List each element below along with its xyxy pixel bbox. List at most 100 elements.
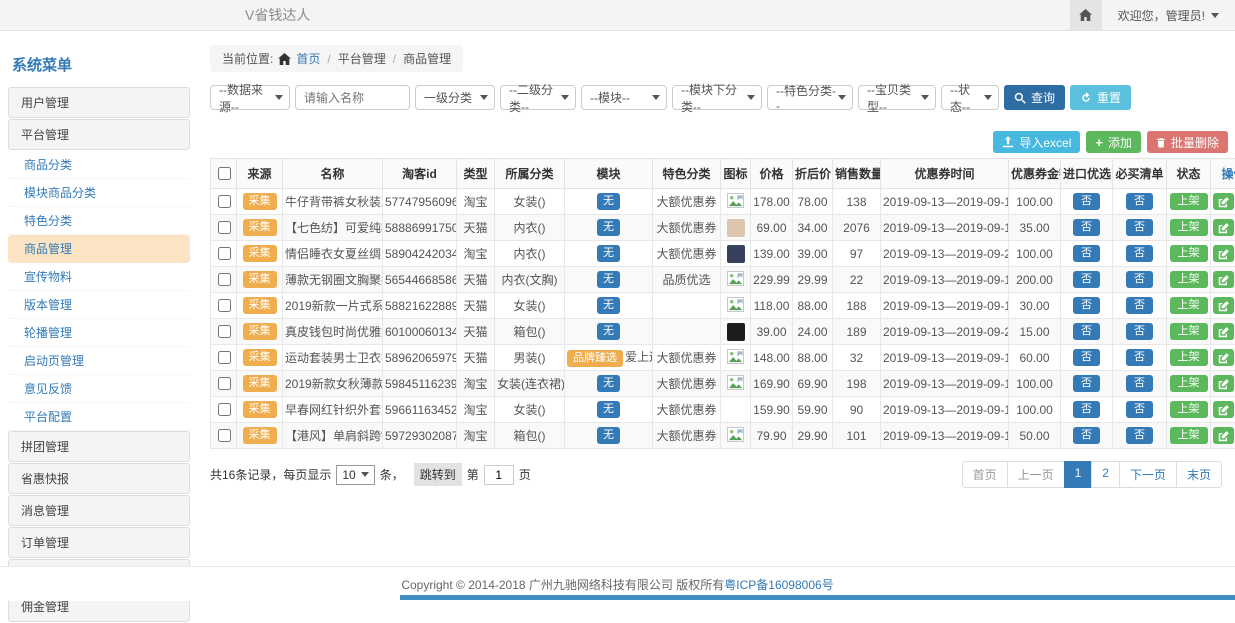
chevron-down-icon xyxy=(984,95,992,100)
sidebar-item[interactable]: 特色分类 xyxy=(8,207,190,235)
must-buy-toggle[interactable]: 否 xyxy=(1126,193,1153,210)
row-checkbox[interactable] xyxy=(218,221,231,234)
page-button[interactable]: 1 xyxy=(1064,461,1093,488)
home-button[interactable] xyxy=(1070,0,1102,30)
name-search-input[interactable] xyxy=(295,85,410,110)
status-badge[interactable]: 上架 xyxy=(1170,349,1208,366)
sidebar-item[interactable]: 用户管理 xyxy=(8,87,190,118)
import-select-toggle[interactable]: 否 xyxy=(1073,245,1100,262)
row-checkbox[interactable] xyxy=(218,377,231,390)
edit-button[interactable] xyxy=(1213,349,1234,366)
sidebar-item[interactable]: 省惠快报 xyxy=(8,463,190,494)
edit-button[interactable] xyxy=(1213,297,1234,314)
sidebar-item[interactable]: 宣传物料 xyxy=(8,263,190,291)
must-buy-toggle[interactable]: 否 xyxy=(1126,271,1153,288)
must-buy-toggle[interactable]: 否 xyxy=(1126,427,1153,444)
page-button[interactable]: 首页 xyxy=(962,461,1008,488)
edit-button[interactable] xyxy=(1213,219,1234,236)
icp-link[interactable]: 粤ICP备16098006号 xyxy=(724,576,833,593)
add-button[interactable]: 添加 xyxy=(1086,131,1141,153)
sidebar-item[interactable]: 商品分类 xyxy=(8,151,190,179)
edit-button[interactable] xyxy=(1213,375,1234,392)
filter-select[interactable]: --模块下分类-- xyxy=(672,85,762,110)
import-select-toggle[interactable]: 否 xyxy=(1073,193,1100,210)
import-select-toggle[interactable]: 否 xyxy=(1073,271,1100,288)
import-select-toggle[interactable]: 否 xyxy=(1073,427,1100,444)
status-badge[interactable]: 上架 xyxy=(1170,245,1208,262)
import-select-toggle[interactable]: 否 xyxy=(1073,349,1100,366)
page-button[interactable]: 上一页 xyxy=(1007,461,1065,488)
per-page-select[interactable]: 10 xyxy=(336,465,374,485)
sidebar-item[interactable]: 模块商品分类 xyxy=(8,179,190,207)
filter-select[interactable]: --数据来源-- xyxy=(210,85,290,110)
filter-select[interactable]: --模块-- xyxy=(581,85,667,110)
row-checkbox[interactable] xyxy=(218,325,231,338)
must-buy-toggle[interactable]: 否 xyxy=(1126,323,1153,340)
edit-button[interactable] xyxy=(1213,271,1234,288)
batch-delete-button[interactable]: 批量删除 xyxy=(1147,131,1228,153)
import-excel-button[interactable]: 导入excel xyxy=(993,131,1080,153)
sidebar-item[interactable]: 订单管理 xyxy=(8,527,190,558)
feature-category: 大额优惠券 xyxy=(653,215,721,241)
row-checkbox[interactable] xyxy=(218,273,231,286)
row-checkbox[interactable] xyxy=(218,195,231,208)
import-select-toggle[interactable]: 否 xyxy=(1073,323,1100,340)
chevron-down-icon xyxy=(838,95,846,100)
must-buy-toggle[interactable]: 否 xyxy=(1126,375,1153,392)
sidebar-item[interactable]: 轮播管理 xyxy=(8,319,190,347)
edit-button[interactable] xyxy=(1213,245,1234,262)
status-badge[interactable]: 上架 xyxy=(1170,271,1208,288)
status-badge[interactable]: 上架 xyxy=(1170,375,1208,392)
status-badge[interactable]: 上架 xyxy=(1170,323,1208,340)
filter-select[interactable]: --特色分类-- xyxy=(767,85,853,110)
sidebar-item[interactable]: 意见反馈 xyxy=(8,375,190,403)
must-buy-toggle[interactable]: 否 xyxy=(1126,245,1153,262)
row-checkbox[interactable] xyxy=(218,429,231,442)
row-checkbox[interactable] xyxy=(218,351,231,364)
sidebar-item[interactable]: 版本管理 xyxy=(8,291,190,319)
sidebar-item[interactable]: 拼团管理 xyxy=(8,431,190,462)
query-button[interactable]: 查询 xyxy=(1004,85,1065,110)
import-select-toggle[interactable]: 否 xyxy=(1073,375,1100,392)
status-badge[interactable]: 上架 xyxy=(1170,193,1208,210)
status-badge[interactable]: 上架 xyxy=(1170,219,1208,236)
row-checkbox[interactable] xyxy=(218,403,231,416)
select-all-checkbox[interactable] xyxy=(218,167,231,180)
must-buy-toggle[interactable]: 否 xyxy=(1126,401,1153,418)
page-suffix: 页 xyxy=(519,466,531,483)
row-checkbox[interactable] xyxy=(218,299,231,312)
page-button[interactable]: 末页 xyxy=(1176,461,1222,488)
must-buy-toggle[interactable]: 否 xyxy=(1126,297,1153,314)
taoke-id: 596611634525 xyxy=(383,397,457,423)
sidebar-item[interactable]: 平台管理 xyxy=(8,119,190,150)
page-button[interactable]: 下一页 xyxy=(1119,461,1177,488)
import-select-toggle[interactable]: 否 xyxy=(1073,297,1100,314)
sidebar-item[interactable]: 启动页管理 xyxy=(8,347,190,375)
user-menu[interactable]: 欢迎您，管理员! xyxy=(1102,0,1235,30)
status-badge[interactable]: 上架 xyxy=(1170,297,1208,314)
filter-select[interactable]: --二级分类-- xyxy=(500,85,576,110)
sidebar-item[interactable]: 商品管理 xyxy=(8,235,190,263)
must-buy-toggle[interactable]: 否 xyxy=(1126,219,1153,236)
edit-button[interactable] xyxy=(1213,401,1234,418)
must-buy-toggle[interactable]: 否 xyxy=(1126,349,1153,366)
breadcrumb-home-link[interactable]: 首页 xyxy=(296,50,320,67)
filter-select[interactable]: 一级分类 xyxy=(415,85,495,110)
edit-button[interactable] xyxy=(1213,427,1234,444)
reset-button[interactable]: 重置 xyxy=(1070,85,1131,110)
page-prefix: 第 xyxy=(467,466,479,483)
status-badge[interactable]: 上架 xyxy=(1170,427,1208,444)
jump-button[interactable]: 跳转到 xyxy=(414,463,462,486)
import-select-toggle[interactable]: 否 xyxy=(1073,401,1100,418)
status-badge[interactable]: 上架 xyxy=(1170,401,1208,418)
import-select-toggle[interactable]: 否 xyxy=(1073,219,1100,236)
page-button[interactable]: 2 xyxy=(1091,461,1120,488)
row-checkbox[interactable] xyxy=(218,247,231,260)
edit-button[interactable] xyxy=(1213,193,1234,210)
edit-button[interactable] xyxy=(1213,323,1234,340)
filter-select[interactable]: --宝贝类型-- xyxy=(858,85,936,110)
sidebar-item[interactable]: 平台配置 xyxy=(8,403,190,431)
sidebar-item[interactable]: 消息管理 xyxy=(8,495,190,526)
filter-select[interactable]: --状态-- xyxy=(941,85,999,110)
page-number-input[interactable] xyxy=(484,465,514,485)
